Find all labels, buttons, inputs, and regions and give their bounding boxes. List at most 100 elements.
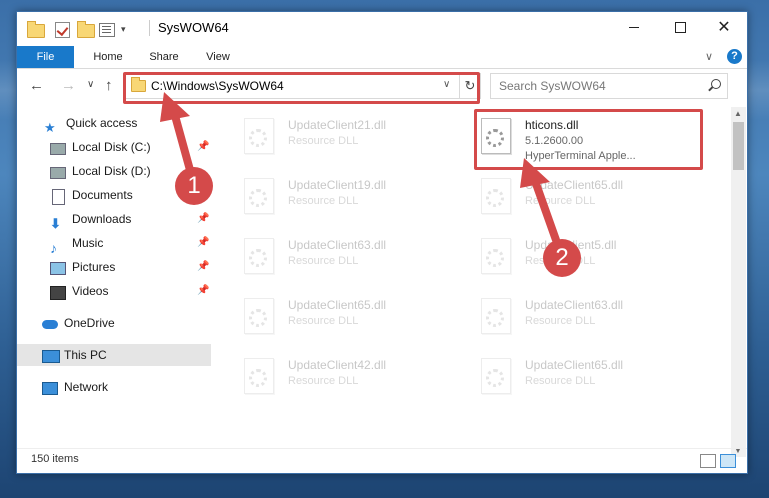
customize-qa-chevron-icon[interactable]: ▾	[121, 24, 126, 35]
scroll-up-arrow-icon[interactable]: ▲	[734, 109, 742, 118]
sidebar-item-pictures[interactable]: Pictures 📌	[50, 256, 213, 278]
sidebar-item-label: Local Disk (C:)	[72, 140, 151, 154]
window-title: SysWOW64	[158, 20, 229, 35]
tab-file[interactable]: File	[17, 46, 74, 68]
dll-file-icon	[244, 358, 274, 394]
recent-locations-chevron-icon[interactable]: ∨	[87, 79, 94, 90]
sidebar-item-local-disk-d[interactable]: Local Disk (D:)	[50, 160, 151, 182]
ribbon-tabs: File Home Share View ∨ ?	[17, 46, 747, 69]
list-item[interactable]: UpdateClient65.dll Resource DLL	[469, 350, 709, 400]
pin-icon[interactable]: 📌	[197, 280, 209, 302]
file-type: Resource DLL	[288, 135, 359, 147]
document-icon	[50, 188, 66, 205]
vertical-scrollbar[interactable]: ▲ ▼	[731, 107, 746, 457]
title-separator	[149, 20, 150, 36]
list-item[interactable]: UpdateClient65.dll Resource DLL	[469, 170, 709, 220]
pin-icon[interactable]: 📌	[197, 136, 209, 158]
search-placeholder: Search SysWOW64	[499, 79, 606, 93]
status-bar: 150 items	[17, 448, 747, 473]
cloud-icon	[42, 317, 58, 331]
dll-file-icon	[244, 178, 274, 214]
back-arrow-icon[interactable]: ←	[29, 77, 44, 94]
help-icon[interactable]: ?	[727, 49, 742, 64]
drive-icon	[50, 141, 66, 155]
sidebar-item-label: Local Disk (D:)	[72, 164, 151, 178]
tab-share[interactable]: Share	[141, 46, 187, 68]
step-badge-1: 1	[175, 167, 213, 205]
search-input[interactable]: Search SysWOW64	[490, 73, 728, 99]
tab-home[interactable]: Home	[85, 46, 131, 68]
star-icon: ★	[44, 119, 56, 135]
large-icons-view-icon[interactable]	[720, 454, 736, 468]
new-folder-icon[interactable]	[77, 21, 95, 38]
forward-arrow-icon[interactable]: →	[61, 77, 76, 94]
sidebar-item-videos[interactable]: Videos 📌	[50, 280, 213, 302]
drive-icon	[50, 165, 66, 179]
properties-icon[interactable]	[99, 22, 115, 37]
list-item[interactable]: UpdateClient63.dll Resource DLL	[232, 230, 472, 280]
pin-icon[interactable]: 📌	[197, 208, 209, 230]
list-item[interactable]: UpdateClient21.dll Resource DLL	[232, 110, 472, 160]
list-item[interactable]: UpdateClient65.dll Resource DLL	[232, 290, 472, 340]
dll-file-icon	[481, 238, 511, 274]
sidebar-item-quick-access[interactable]: ★ Quick access	[44, 112, 138, 135]
folder-icon	[27, 21, 45, 38]
file-type: Resource DLL	[288, 315, 359, 327]
up-arrow-icon[interactable]: ↑	[105, 77, 113, 94]
file-name: UpdateClient65.dll	[525, 358, 624, 372]
dll-file-icon	[244, 238, 274, 274]
file-name: UpdateClient65.dll	[525, 178, 624, 192]
search-icon[interactable]	[711, 79, 721, 89]
address-bar-highlight	[123, 72, 480, 104]
navigation-pane: ★ Quick access Local Disk (C:) 📌 Local Di…	[17, 107, 213, 437]
file-type: Resource DLL	[288, 195, 359, 207]
list-item[interactable]: UpdateClient5.dll Resource DLL	[469, 230, 709, 280]
properties-check-icon[interactable]	[55, 22, 71, 38]
scroll-thumb[interactable]	[733, 122, 744, 170]
sidebar-item-network[interactable]: Network	[42, 376, 108, 398]
sidebar-item-label: Quick access	[66, 116, 138, 130]
file-type: Resource DLL	[525, 375, 596, 387]
dll-file-icon	[244, 298, 274, 334]
details-view-icon[interactable]	[700, 454, 716, 468]
sidebar-item-label: Downloads	[72, 212, 132, 226]
pin-icon[interactable]: 📌	[197, 232, 209, 254]
tab-view[interactable]: View	[198, 46, 238, 68]
sidebar-item-downloads[interactable]: ⬇ Downloads 📌	[50, 208, 213, 231]
item-count: 150 items	[31, 453, 79, 465]
title-bar: ▾ SysWOW64 ✕	[17, 12, 747, 46]
sidebar-item-label: OneDrive	[64, 316, 115, 330]
list-item[interactable]: UpdateClient63.dll Resource DLL	[469, 290, 709, 340]
close-button[interactable]: ✕	[701, 12, 747, 44]
file-name: UpdateClient63.dll	[288, 238, 387, 252]
sidebar-item-label: Documents	[72, 188, 133, 202]
pin-icon[interactable]: 📌	[197, 256, 209, 278]
file-type: Resource DLL	[525, 195, 596, 207]
network-icon	[42, 381, 58, 395]
download-icon: ⬇	[50, 215, 61, 231]
sidebar-item-this-pc[interactable]: This PC	[17, 344, 211, 366]
file-name: UpdateClient65.dll	[288, 298, 387, 312]
list-item[interactable]: UpdateClient42.dll Resource DLL	[232, 350, 472, 400]
dll-file-icon	[481, 298, 511, 334]
minimize-button[interactable]	[611, 12, 657, 44]
sidebar-item-music[interactable]: ♪ Music 📌	[50, 232, 213, 256]
file-name: UpdateClient42.dll	[288, 358, 387, 372]
sidebar-item-onedrive[interactable]: OneDrive	[42, 312, 115, 334]
list-item[interactable]: UpdateClient19.dll Resource DLL	[232, 170, 472, 220]
step-badge-2: 2	[543, 239, 581, 277]
quick-access-toolbar: ▾	[27, 20, 126, 38]
sidebar-item-label: This PC	[64, 348, 107, 362]
picture-icon	[50, 261, 66, 275]
dll-file-icon	[481, 358, 511, 394]
maximize-button[interactable]	[657, 12, 703, 44]
file-type: Resource DLL	[525, 315, 596, 327]
file-name: UpdateClient21.dll	[288, 118, 387, 132]
file-name: UpdateClient19.dll	[288, 178, 387, 192]
dll-file-icon	[481, 178, 511, 214]
expand-ribbon-chevron-icon[interactable]: ∨	[705, 50, 713, 63]
file-type: Resource DLL	[288, 255, 359, 267]
view-toggle	[700, 454, 736, 468]
sidebar-item-local-disk-c[interactable]: Local Disk (C:) 📌	[50, 136, 213, 158]
minimize-icon	[629, 27, 639, 29]
